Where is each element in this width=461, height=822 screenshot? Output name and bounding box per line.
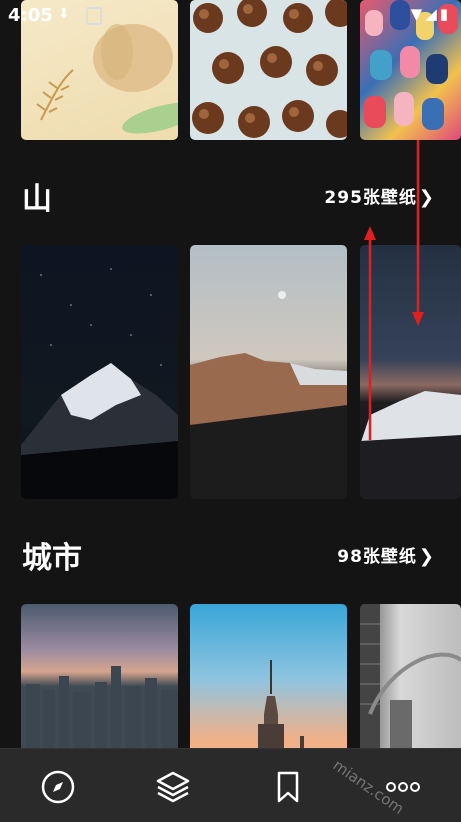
nav-favorites[interactable] [268, 767, 308, 807]
nav-categories[interactable] [153, 767, 193, 807]
section-title-mountain: 山 [22, 182, 52, 217]
city-skyline-illustration [26, 666, 178, 754]
section-count-city-label: 98张壁纸 [337, 547, 417, 567]
layers-icon [156, 771, 190, 803]
section-count-mountain[interactable]: 295张壁纸 ❯ [324, 183, 435, 208]
battery-icon: ▮ [439, 5, 451, 23]
night-mountain-illustration [21, 268, 178, 499]
wallpaper-thumb-dusk-mountain[interactable] [190, 245, 347, 499]
nav-explore[interactable] [38, 767, 78, 807]
wifi-icon: ▼ [410, 5, 426, 23]
chevron-right-icon: ❯ [418, 187, 435, 208]
section-title-city: 城市 [22, 541, 82, 576]
dusk-mountain-illustration [190, 291, 347, 499]
wallpaper-thumb-bw-building[interactable] [360, 604, 461, 754]
status-time: 4:05 [8, 5, 53, 26]
twilight-mountain-illustration [360, 391, 461, 499]
download-icon: ⬇ [58, 6, 70, 22]
section-count-city[interactable]: 98张壁纸 ❯ [337, 542, 435, 567]
notification-icon [86, 7, 102, 25]
wallpaper-thumb-twilight-mountain[interactable] [360, 245, 461, 499]
status-indicators: ▼◢▮ [411, 5, 451, 23]
wallpaper-thumb-city-skyline[interactable] [21, 604, 178, 754]
wallpaper-thumb-night-mountain[interactable] [21, 245, 178, 499]
status-bar: 4:05 ⬇ ▼◢▮ [0, 0, 461, 30]
section-count-mountain-label: 295张壁纸 [324, 188, 417, 208]
signal-icon: ◢ [425, 5, 440, 23]
bookmark-icon [277, 771, 299, 803]
bw-building-illustration [360, 604, 461, 754]
empire-state-illustration [258, 660, 304, 754]
wallpaper-thumb-empire-state[interactable] [190, 604, 347, 754]
compass-icon [41, 770, 75, 804]
chevron-right-icon: ❯ [418, 546, 435, 567]
